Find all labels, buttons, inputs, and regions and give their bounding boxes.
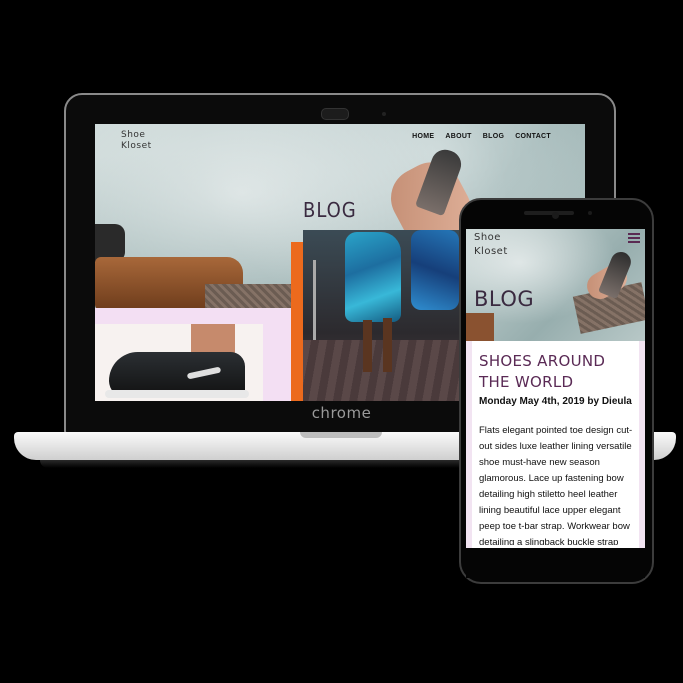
nav-home[interactable]: HOME [412,133,434,140]
featured-photo[interactable] [303,230,463,401]
mobile-hero-couch [466,313,494,341]
nav-about[interactable]: ABOUT [445,133,471,140]
phone-camera [552,212,559,219]
photo-dress-left [345,232,401,322]
laptop-hinge-notch [300,432,382,438]
mobile-page-title: BLOG [474,287,535,311]
photo-leg [383,318,392,372]
webcam [321,108,349,120]
sneaker-photo[interactable] [95,324,263,401]
phone-speaker [524,211,574,215]
phone-sensor [588,211,592,215]
nav-blog[interactable]: BLOG [483,133,504,140]
nav-contact[interactable]: CONTACT [515,133,551,140]
sneaker-sole [105,390,249,398]
phone-bezel-bottom [466,548,645,578]
logo-line-2: Kloset [474,246,508,257]
post-date: Monday May 4th, 2019 by Dieula [479,396,632,407]
site-logo[interactable]: Shoe Kloset [121,130,152,152]
hamburger-menu-icon[interactable] [628,233,640,243]
logo-line-1: Shoe [121,130,146,140]
mobile-site-logo[interactable]: Shoe Kloset [474,231,508,259]
post-body: Flats elegant pointed toe design cut-out… [479,425,633,545]
photo-leg [363,320,372,372]
hero-plaid-image [205,284,291,310]
post-title[interactable]: SHOES AROUND THE WORLD [479,351,629,393]
page-title: BLOG [303,198,357,222]
photo-rail [313,260,316,340]
logo-line-2: Kloset [121,141,152,151]
photo-dress-right [411,230,459,310]
accent-bar [291,242,303,401]
camera-indicator [382,112,386,116]
logo-line-1: Shoe [474,232,501,243]
main-nav: HOME ABOUT BLOG CONTACT [412,133,551,140]
